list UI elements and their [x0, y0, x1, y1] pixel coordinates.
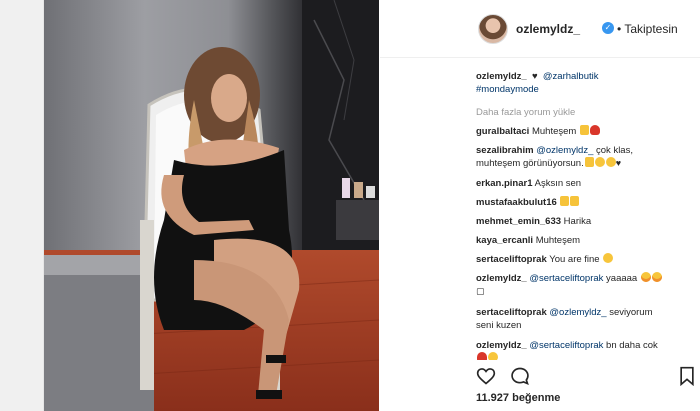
- comment-text: You are fine: [549, 254, 600, 265]
- black-heart-icon: ♥: [529, 71, 541, 82]
- comment-username[interactable]: ozlemyldz_: [476, 273, 527, 284]
- smile-icon: [488, 352, 498, 360]
- thumbs-up-icon: [570, 196, 580, 206]
- laughing-icon: [651, 272, 662, 282]
- smile-icon: [594, 157, 605, 167]
- action-bar: [476, 366, 698, 386]
- comment: ozlemyldz_ @sertaceliftoprak bn daha cok: [476, 339, 698, 360]
- comments-list: ozlemyldz_ ♥ @zarhalbutik #mondaymode Da…: [476, 70, 698, 360]
- heart-icon: [477, 352, 487, 360]
- post-photo[interactable]: [44, 0, 379, 411]
- comment-username[interactable]: kaya_ercanli: [476, 235, 533, 246]
- comment-text: Muhteşem: [531, 126, 577, 137]
- comment-username[interactable]: ozlemyldz_: [476, 340, 527, 351]
- comment: ozlemyldz_ @sertaceliftoprak yaaaaa ▢: [476, 272, 698, 298]
- comment: kaya_ercanli Muhteşem: [476, 234, 698, 247]
- comment-mention[interactable]: @ozlemyldz_: [549, 307, 606, 318]
- comment-text: bn daha cok: [606, 340, 658, 351]
- speech-bubble-icon[interactable]: [510, 366, 530, 386]
- caption-mention[interactable]: @zarhalbutik: [543, 71, 599, 82]
- caption-hashtag[interactable]: #mondaymode: [476, 84, 539, 95]
- comment-text-line2: muhteşem görünüyorsun.: [476, 158, 584, 169]
- blush-icon: [605, 157, 616, 167]
- comment-username[interactable]: sertaceliftoprak: [476, 307, 547, 318]
- comment-mention[interactable]: @sertaceliftoprak: [529, 273, 603, 284]
- comment-text: yaaaaa: [606, 273, 638, 284]
- comment: sezalibrahim @ozlemyldz_ çok klas, muhte…: [476, 144, 698, 170]
- heart-outline-icon[interactable]: [476, 366, 496, 386]
- photo-illustration: [44, 0, 379, 411]
- instagram-post-card: ozlemyldz_ ✓ • Takiptesin ozlemyldz_ ♥ @…: [43, 0, 700, 411]
- follow-status[interactable]: • Takiptesin: [617, 22, 678, 36]
- comment-username[interactable]: guralbaltaci: [476, 126, 529, 137]
- missing-glyph-icon: ▢: [476, 286, 485, 296]
- comment-text-line2: seni kuzen: [476, 320, 522, 331]
- comment-mention[interactable]: @sertaceliftoprak: [529, 340, 603, 351]
- comment: mustafaakbulut16: [476, 196, 698, 209]
- comment-text: Aşksın sen: [534, 178, 582, 189]
- comment-text: çok klas,: [596, 145, 633, 156]
- post-header: ozlemyldz_ ✓ • Takiptesin: [380, 0, 700, 58]
- bookmark-icon[interactable]: [678, 366, 696, 386]
- rose-icon: [589, 125, 600, 135]
- caption-username[interactable]: ozlemyldz_: [476, 71, 527, 82]
- comment-username[interactable]: mehmet_emin_633: [476, 216, 561, 227]
- comment-text: Muhteşem: [535, 235, 581, 246]
- comment-username[interactable]: mustafaakbulut16: [476, 197, 557, 208]
- comment-text: seviyorum: [609, 307, 653, 318]
- post-side-panel: ozlemyldz_ ✓ • Takiptesin ozlemyldz_ ♥ @…: [380, 0, 700, 411]
- comment: mehmet_emin_633 Harika: [476, 215, 698, 228]
- comment: erkan.pinar1 Aşksın sen: [476, 177, 698, 190]
- comment: guralbaltaci Muhteşem: [476, 125, 698, 138]
- comment-username[interactable]: sertaceliftoprak: [476, 254, 547, 265]
- ok-hand-icon: [584, 157, 594, 167]
- comment-mention[interactable]: @ozlemyldz_: [536, 145, 593, 156]
- avatar[interactable]: [478, 14, 508, 44]
- comment-text: Harika: [563, 216, 592, 227]
- verified-badge-icon: ✓: [602, 22, 614, 34]
- caption: ozlemyldz_ ♥ @zarhalbutik #mondaymode: [476, 70, 698, 96]
- laughing-icon: [640, 272, 651, 282]
- comment-username[interactable]: sezalibrahim: [476, 145, 534, 156]
- likes-count[interactable]: 11.927 beğenme: [476, 392, 560, 404]
- comment-username[interactable]: erkan.pinar1: [476, 178, 533, 189]
- heart-icon: ♥: [615, 158, 622, 168]
- thumbs-up-icon: [579, 125, 589, 135]
- grin-icon: [603, 253, 614, 263]
- header-username[interactable]: ozlemyldz_: [516, 22, 580, 36]
- comment: sertaceliftoprak @ozlemyldz_ seviyorum s…: [476, 306, 698, 332]
- comment: sertaceliftoprak You are fine: [476, 253, 698, 266]
- load-more-comments[interactable]: Daha fazla yorum yükle: [476, 106, 698, 119]
- thumbs-up-icon: [560, 196, 570, 206]
